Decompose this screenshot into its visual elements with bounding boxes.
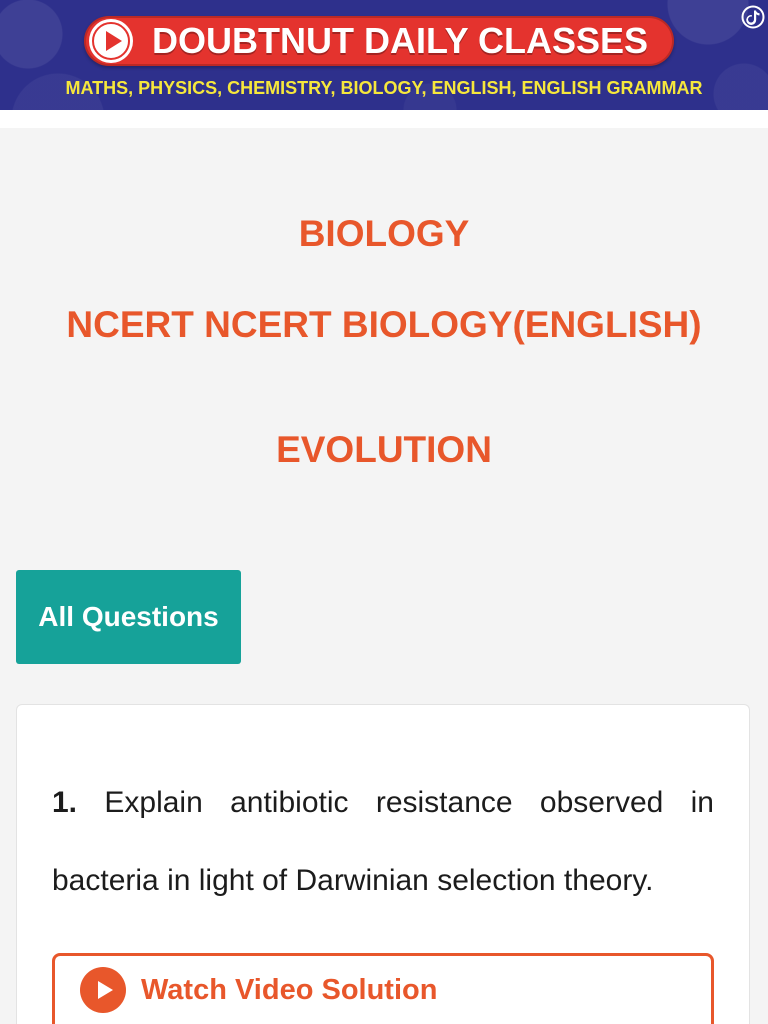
question-card: 1. Explain antibiotic resistance observe… [16, 704, 750, 1024]
watch-video-solution-label: Watch Video Solution [141, 974, 438, 1006]
promo-banner[interactable]: DOUBTNUT DAILY CLASSES MATHS, PHYSICS, C… [0, 0, 768, 110]
play-circle-icon [80, 967, 126, 1013]
chapter-title: EVOLUTION [276, 429, 492, 470]
subject-title: BIOLOGY [298, 213, 470, 254]
banner-subtitle: MATHS, PHYSICS, CHEMISTRY, BIOLOGY, ENGL… [65, 78, 703, 98]
all-questions-button[interactable]: All Questions [16, 570, 241, 664]
question-body: Explain antibiotic resistance observed i… [52, 786, 714, 897]
content-panel: BIOLOGY NCERT NCERT BIOLOGY(ENGLISH) EVO… [0, 128, 768, 1024]
watch-video-solution-button[interactable]: Watch Video Solution [52, 953, 714, 1024]
play-icon [88, 18, 134, 64]
question-number: 1. [52, 786, 78, 819]
question-text: 1. Explain antibiotic resistance observe… [52, 764, 714, 920]
banner-title: DOUBTNUT DAILY CLASSES [152, 20, 649, 61]
banner-title-pill: DOUBTNUT DAILY CLASSES [84, 16, 674, 66]
book-title: NCERT NCERT BIOLOGY(ENGLISH) [66, 304, 702, 345]
tiktok-icon [741, 5, 765, 29]
